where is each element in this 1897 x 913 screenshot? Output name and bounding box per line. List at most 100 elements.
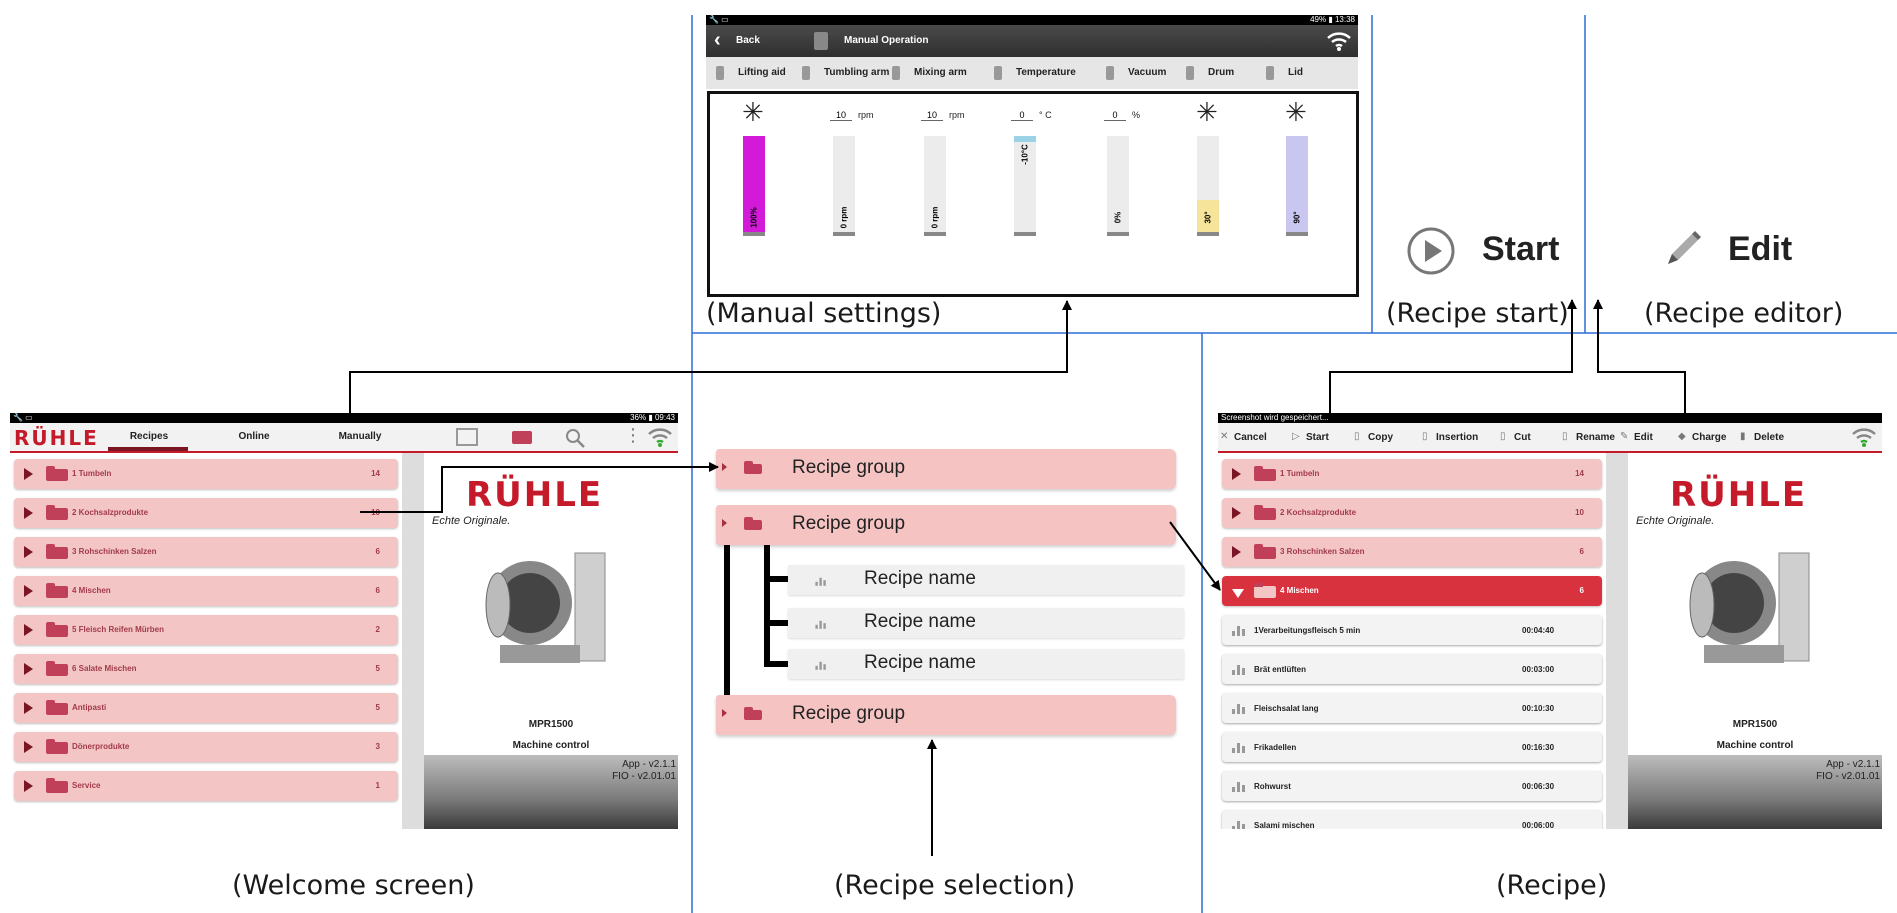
recipe-group-row[interactable]: 5 Fleisch Reifen Mürben 2 (14, 615, 398, 645)
recipe-group-count: 14 (371, 469, 380, 478)
recipe-row[interactable]: Brät entlüften 00:03:00 (1222, 654, 1602, 684)
recipe-group-row[interactable]: 3 Rohschinken Salzen 6 (14, 537, 398, 567)
recipe-bars-icon (1232, 624, 1246, 636)
setpoint-unit: % (1132, 110, 1141, 120)
brand-logo: RÜHLE (1670, 475, 1808, 515)
caption-recipe-editor: (Recipe editor) (1644, 298, 1844, 329)
recipe-name-row[interactable]: Recipe name (788, 565, 1184, 595)
tab-lifting-aid[interactable]: Lifting aid (738, 67, 786, 78)
search-icon[interactable] (564, 427, 586, 449)
recipe-group-row[interactable]: 1 Tumbeln 14 (14, 459, 398, 489)
cut-icon[interactable]: ▯ (1500, 431, 1506, 442)
asterisk-icon[interactable]: ✳ (1285, 100, 1307, 126)
recipe-group-row[interactable]: Service 1 (14, 771, 398, 801)
add-recipe-icon[interactable] (456, 428, 478, 446)
gauge-base (743, 232, 765, 236)
recipe-group-count: 5 (375, 703, 380, 712)
expand-arrow-icon (24, 624, 33, 636)
tab-tumbling-arm[interactable]: Tumbling arm (824, 67, 889, 78)
manual-operation-screen: 🔧 ▭ 49% ▮ 13:38 ‹ Back Manual Operation … (706, 15, 1359, 297)
recipe-duration: 00:16:30 (1522, 743, 1555, 752)
recipe-group-row[interactable]: Dönerprodukte 3 (14, 732, 398, 762)
status-left: Screenshot wird gespeichert... (1221, 413, 1329, 422)
recipe-group-row[interactable]: 3 Rohschinken Salzen 6 (1222, 537, 1602, 567)
edit-label[interactable]: Edit (1728, 230, 1792, 269)
gauge-base (833, 232, 855, 236)
tab-recipes[interactable]: Recipes (114, 431, 184, 442)
rename-button[interactable]: Rename (1576, 432, 1615, 443)
play-icon[interactable]: ▷ (1292, 431, 1300, 442)
machine-subtitle: Machine control (512, 740, 590, 751)
recipe-row[interactable]: Fleischsalat lang 00:10:30 (1222, 693, 1602, 723)
cut-button[interactable]: Cut (1514, 432, 1531, 443)
copy-button[interactable]: Copy (1368, 432, 1393, 443)
recipe-row[interactable]: 1Verarbeitungsfleisch 5 min 00:04:40 (1222, 615, 1602, 645)
status-bar: 🔧 ▭ 36% ▮ 09:43 (10, 413, 678, 423)
tab-temperature[interactable]: Temperature (1016, 67, 1076, 78)
pencil-icon[interactable]: ✎ (1620, 431, 1628, 442)
setpoint-input[interactable]: 10 (921, 110, 943, 121)
back-button[interactable]: Back (736, 35, 760, 46)
edit-button[interactable]: Edit (1634, 432, 1653, 443)
recipe-group-row[interactable]: 4 Mischen 6 (14, 576, 398, 606)
gauge-value: 0 rpm (930, 206, 940, 229)
recipe-group-row[interactable]: 1 Tumbeln 14 (1222, 459, 1602, 489)
caption-welcome-screen: (Welcome screen) (232, 870, 475, 901)
version-app: App - v2.1.1 (622, 759, 676, 770)
setpoint-input[interactable]: 0 (1104, 110, 1126, 121)
gauge-value: 90° (1292, 211, 1302, 224)
recipe-row[interactable]: Frikadellen 00:16:30 (1222, 732, 1602, 762)
trash-icon[interactable]: ▮ (1740, 431, 1746, 442)
machine-image (485, 552, 606, 663)
tab-drum[interactable]: Drum (1208, 67, 1234, 78)
folder-icon (46, 466, 68, 481)
manual-header: ‹ Back Manual Operation (706, 25, 1358, 57)
close-icon[interactable]: ✕ (1220, 431, 1228, 442)
setpoint-unit: rpm (949, 110, 965, 120)
start-button[interactable]: Start (1306, 432, 1329, 443)
tab-mixing-arm[interactable]: Mixing arm (914, 67, 967, 78)
recipe-name-row[interactable]: Recipe name (788, 608, 1184, 638)
list-scrollbar[interactable] (402, 453, 424, 829)
copy-icon[interactable]: ▯ (1354, 431, 1360, 442)
recipe-row[interactable]: Salami mischen 00:06:00 (1222, 810, 1602, 829)
gauge-bar: 30° (1197, 136, 1219, 236)
recipe-row[interactable]: Rohwurst 00:06:30 (1222, 771, 1602, 801)
rename-icon[interactable]: ▯ (1562, 431, 1568, 442)
recipe-group-row[interactable]: 4 Mischen 6 (1222, 576, 1602, 606)
recipe-group-row[interactable]: Recipe group (716, 695, 1176, 735)
tab-online[interactable]: Online (224, 431, 284, 442)
tab-manually[interactable]: Manually (310, 431, 410, 442)
add-folder-icon[interactable] (512, 431, 532, 444)
recipe-group-row[interactable]: 6 Salate Mischen 5 (14, 654, 398, 684)
machine-image (1689, 552, 1810, 663)
pencil-icon[interactable] (1660, 226, 1706, 272)
recipe-group-row[interactable]: 2 Kochsalzprodukte 10 (14, 498, 398, 528)
charge-button[interactable]: Charge (1692, 432, 1726, 443)
list-scrollbar[interactable] (1606, 453, 1628, 829)
more-menu-icon[interactable]: ⋮ (624, 427, 642, 445)
cancel-button[interactable]: Cancel (1234, 432, 1267, 443)
tab-vacuum[interactable]: Vacuum (1128, 67, 1166, 78)
back-chevron-icon[interactable]: ‹ (714, 30, 721, 50)
tab-lid[interactable]: Lid (1288, 67, 1303, 78)
status-bar: Screenshot wird gespeichert... (1218, 413, 1882, 423)
recipe-group-row[interactable]: Antipasti 5 (14, 693, 398, 723)
setpoint-input[interactable]: 0 (1011, 110, 1033, 121)
expand-arrow-icon (24, 468, 33, 480)
expand-arrow-icon (24, 546, 33, 558)
recipe-group-row[interactable]: 2 Kochsalzprodukte 10 (1222, 498, 1602, 528)
start-label[interactable]: Start (1482, 230, 1559, 269)
recipe-name-row[interactable]: Recipe name (788, 649, 1184, 679)
insertion-button[interactable]: Insertion (1436, 432, 1478, 443)
asterisk-icon[interactable]: ✳ (1196, 100, 1218, 126)
delete-button[interactable]: Delete (1754, 432, 1784, 443)
asterisk-icon[interactable]: ✳ (742, 100, 764, 126)
play-icon[interactable] (1406, 226, 1456, 276)
charge-icon[interactable]: ◆ (1678, 431, 1686, 442)
recipe-name-label: Brät entlüften (1254, 665, 1306, 674)
insertion-icon[interactable]: ▯ (1422, 431, 1428, 442)
setpoint-input[interactable]: 10 (830, 110, 852, 121)
folder-icon (46, 544, 68, 559)
recipe-group-label: Antipasti (72, 703, 107, 712)
